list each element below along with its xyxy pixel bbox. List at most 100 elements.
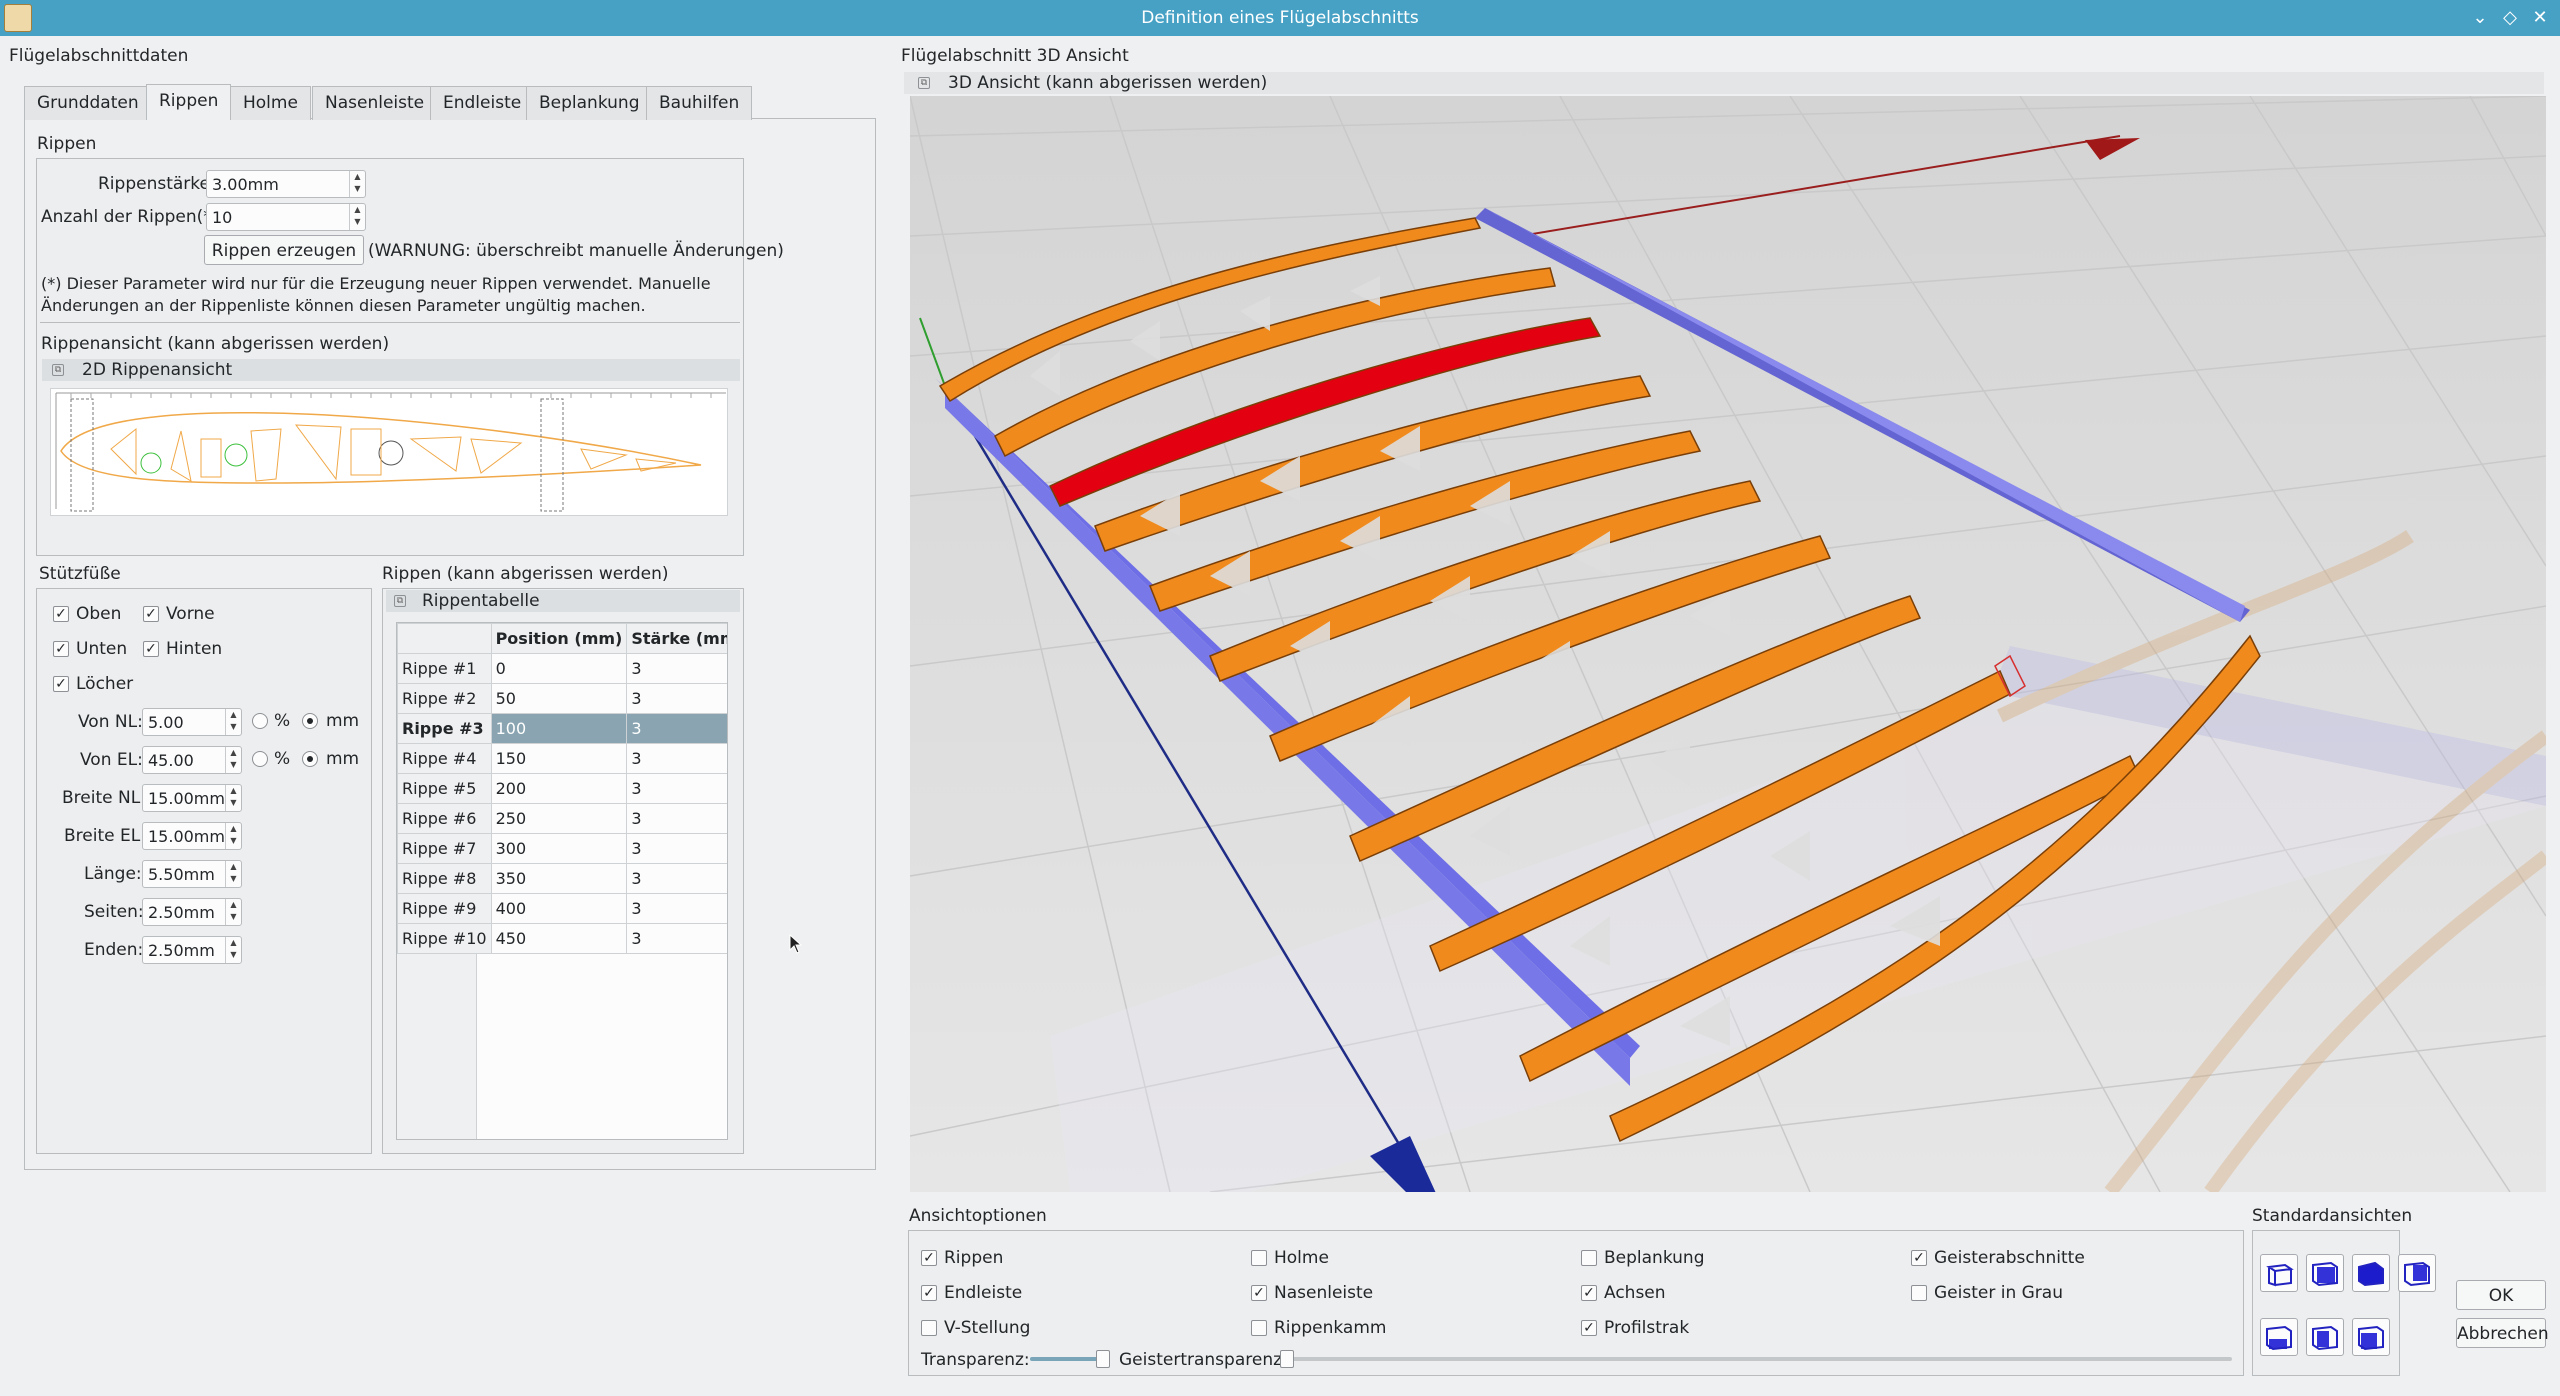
achsen-checkbox[interactable]: ✓ <box>1581 1285 1597 1301</box>
staerke-cell[interactable]: 3 <box>626 833 727 864</box>
table-row[interactable]: Rippe #6 250 3 <box>397 803 727 834</box>
rippenstaerke-spinbox[interactable]: 3.00mm ▲ ▼ <box>206 170 366 198</box>
spin-arrows-icon[interactable]: ▲ ▼ <box>349 171 365 197</box>
position-cell[interactable]: 100 <box>490 713 628 744</box>
float-icon[interactable]: ⧉ <box>52 364 64 376</box>
spin-arrows-icon[interactable]: ▲ ▼ <box>225 709 241 735</box>
rib-table-view[interactable]: Position (mm) Stärke (mm) Rippe #103Ripp… <box>396 622 728 1140</box>
spin-arrows-icon[interactable]: ▲ ▼ <box>225 899 241 925</box>
view-bottom-icon[interactable] <box>2398 1254 2436 1292</box>
tab-holme[interactable]: Holme <box>230 86 311 120</box>
tab-beplankung[interactable]: Beplankung <box>526 86 653 120</box>
view-front-icon[interactable] <box>2260 1254 2298 1292</box>
row-header[interactable]: Rippe #10 <box>397 923 492 954</box>
hinten-checkbox[interactable]: ✓ <box>143 641 159 657</box>
table-row[interactable]: Rippe #3 100 3 <box>397 713 727 744</box>
tab-endleiste[interactable]: Endleiste <box>430 86 535 120</box>
staerke-cell[interactable]: 3 <box>626 893 727 924</box>
view-top-icon[interactable] <box>2352 1254 2390 1292</box>
view-back-icon[interactable] <box>2306 1254 2344 1292</box>
geistertransparenz-slider[interactable] <box>1280 1357 2232 1361</box>
row-header[interactable]: Rippe #3 <box>397 713 492 744</box>
position-cell[interactable]: 300 <box>490 833 628 864</box>
view-right-icon[interactable] <box>2306 1318 2344 1356</box>
rippen-anzahl-spinbox[interactable]: 10 ▲ ▼ <box>206 203 366 231</box>
geister-grau-checkbox[interactable] <box>1911 1285 1927 1301</box>
breite-el-spinbox[interactable]: 15.00mm ▲ ▼ <box>142 822 242 850</box>
von-el-spinbox[interactable]: 45.00 ▲ ▼ <box>142 746 242 774</box>
keep-above-icon[interactable]: ◇ <box>2498 6 2522 30</box>
position-cell[interactable]: 350 <box>490 863 628 894</box>
rippenkamm-checkbox[interactable] <box>1251 1320 1267 1336</box>
laenge-spinbox[interactable]: 5.50mm ▲ ▼ <box>142 860 242 888</box>
row-header[interactable]: Rippe #2 <box>397 683 492 714</box>
geisterabschnitte-checkbox[interactable]: ✓ <box>1911 1250 1927 1266</box>
seiten-spinbox[interactable]: 2.50mm ▲ ▼ <box>142 898 242 926</box>
enden-spinbox[interactable]: 2.50mm ▲ ▼ <box>142 936 242 964</box>
view-left-icon[interactable] <box>2260 1318 2298 1356</box>
col-header-position[interactable]: Position (mm) <box>490 623 628 654</box>
spin-arrows-icon[interactable]: ▲ ▼ <box>225 861 241 887</box>
view-iso-icon[interactable] <box>2352 1318 2390 1356</box>
von-nl-spinbox[interactable]: 5.00 ▲ ▼ <box>142 708 242 736</box>
row-header[interactable]: Rippe #1 <box>397 653 492 684</box>
profilstrak-checkbox[interactable]: ✓ <box>1581 1320 1597 1336</box>
staerke-cell[interactable]: 3 <box>626 923 727 954</box>
staerke-cell[interactable]: 3 <box>626 653 727 684</box>
table-row[interactable]: Rippe #1 0 3 <box>397 653 727 684</box>
3d-view[interactable] <box>910 96 2546 1192</box>
unten-checkbox[interactable]: ✓ <box>53 641 69 657</box>
spin-arrows-icon[interactable]: ▲ ▼ <box>225 785 241 811</box>
position-cell[interactable]: 250 <box>490 803 628 834</box>
rib-2d-dock-header[interactable]: ⧉ 2D Rippenansicht <box>42 359 740 381</box>
row-header[interactable]: Rippe #8 <box>397 863 492 894</box>
table-row[interactable]: Rippe #7 300 3 <box>397 833 727 864</box>
chevron-down-icon[interactable]: ⌄ <box>2468 6 2492 30</box>
rippen-erzeugen-button[interactable]: Rippen erzeugen <box>204 235 364 265</box>
rippen-checkbox[interactable]: ✓ <box>921 1250 937 1266</box>
3d-dock-header[interactable]: ⧉ 3D Ansicht (kann abgerissen werden) <box>904 72 2544 94</box>
geistertransparenz-slider-handle[interactable] <box>1280 1350 1294 1368</box>
position-cell[interactable]: 400 <box>490 893 628 924</box>
staerke-cell[interactable]: 3 <box>626 743 727 774</box>
holme-checkbox[interactable] <box>1251 1250 1267 1266</box>
vorne-checkbox[interactable]: ✓ <box>143 606 159 622</box>
position-cell[interactable]: 50 <box>490 683 628 714</box>
cancel-button[interactable]: Abbrechen <box>2456 1318 2549 1348</box>
staerke-cell[interactable]: 3 <box>626 863 727 894</box>
table-row[interactable]: Rippe #8 350 3 <box>397 863 727 894</box>
staerke-cell[interactable]: 3 <box>626 713 727 744</box>
von-el-percent-radio[interactable] <box>252 751 268 767</box>
beplankung-checkbox[interactable] <box>1581 1250 1597 1266</box>
col-header-staerke[interactable]: Stärke (mm) <box>626 623 727 654</box>
row-header[interactable]: Rippe #9 <box>397 893 492 924</box>
transparenz-slider-handle[interactable] <box>1096 1350 1110 1368</box>
row-header[interactable]: Rippe #6 <box>397 803 492 834</box>
von-nl-mm-radio[interactable] <box>302 713 318 729</box>
loecher-checkbox[interactable]: ✓ <box>53 676 69 692</box>
position-cell[interactable]: 200 <box>490 773 628 804</box>
staerke-cell[interactable]: 3 <box>626 803 727 834</box>
oben-checkbox[interactable]: ✓ <box>53 606 69 622</box>
spin-arrows-icon[interactable]: ▲ ▼ <box>225 823 241 849</box>
table-row[interactable]: Rippe #2 50 3 <box>397 683 727 714</box>
von-nl-percent-radio[interactable] <box>252 713 268 729</box>
position-cell[interactable]: 450 <box>490 923 628 954</box>
tab-bauhilfen[interactable]: Bauhilfen <box>646 86 753 120</box>
table-row[interactable]: Rippe #10 450 3 <box>397 923 727 954</box>
spin-arrows-icon[interactable]: ▲ ▼ <box>225 747 241 773</box>
spin-arrows-icon[interactable]: ▲ ▼ <box>225 937 241 963</box>
table-row[interactable]: Rippe #4 150 3 <box>397 743 727 774</box>
row-header[interactable]: Rippe #7 <box>397 833 492 864</box>
von-el-mm-radio[interactable] <box>302 751 318 767</box>
table-row[interactable]: Rippe #9 400 3 <box>397 893 727 924</box>
row-header[interactable]: Rippe #5 <box>397 773 492 804</box>
staerke-cell[interactable]: 3 <box>626 773 727 804</box>
staerke-cell[interactable]: 3 <box>626 683 727 714</box>
ok-button[interactable]: OK <box>2456 1280 2546 1310</box>
position-cell[interactable]: 150 <box>490 743 628 774</box>
rippentabelle-dock-header[interactable]: ⧉ Rippentabelle <box>386 590 740 612</box>
float-icon[interactable]: ⧉ <box>918 77 930 89</box>
close-icon[interactable]: ✕ <box>2528 6 2552 30</box>
position-cell[interactable]: 0 <box>490 653 628 684</box>
